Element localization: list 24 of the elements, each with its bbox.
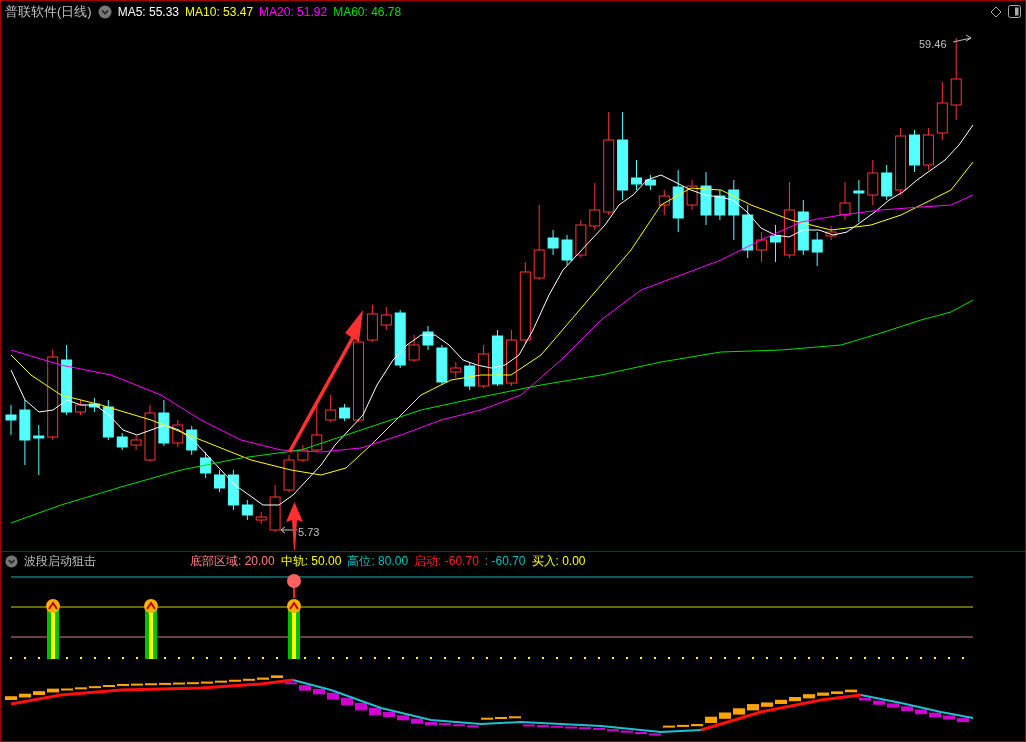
- indicator-parameter: 底部区域: 20.00: [190, 553, 275, 570]
- signal-marker: [144, 599, 158, 659]
- indicator-parameter: 中轨: 50.00: [280, 553, 342, 570]
- price-high-label: 59.46: [919, 37, 947, 52]
- ball-marker: [287, 574, 301, 599]
- indicator-parameter: 启动: -60.70: [414, 553, 479, 570]
- indicator-parameter: 买入: 0.00: [531, 553, 586, 570]
- moving-average-label: MA10: 53.47: [185, 3, 254, 21]
- moving-average-label: MA5: 55.33: [117, 3, 180, 21]
- indicator-parameter: 高位: 80.00: [347, 553, 409, 570]
- indicator-title: 波段启动狙击: [24, 553, 97, 570]
- chevron-down-icon[interactable]: [5, 554, 18, 568]
- pointer-arrow: [952, 34, 972, 43]
- panel-toggle-icon[interactable]: [1008, 5, 1021, 18]
- price-low-label: 5.73: [298, 525, 320, 540]
- signal-marker: [46, 599, 60, 659]
- signal-marker: [287, 599, 301, 659]
- pointer-arrow: [280, 526, 298, 534]
- diamond-icon[interactable]: [990, 5, 1002, 18]
- window-title: 普联软件(日线): [5, 2, 92, 21]
- indicator-parameter: : -60.70: [484, 553, 526, 570]
- moving-average-label: MA20: 51.92: [259, 3, 328, 21]
- chevron-down-icon[interactable]: [97, 4, 112, 19]
- moving-average-label: MA60: 46.78: [333, 3, 402, 21]
